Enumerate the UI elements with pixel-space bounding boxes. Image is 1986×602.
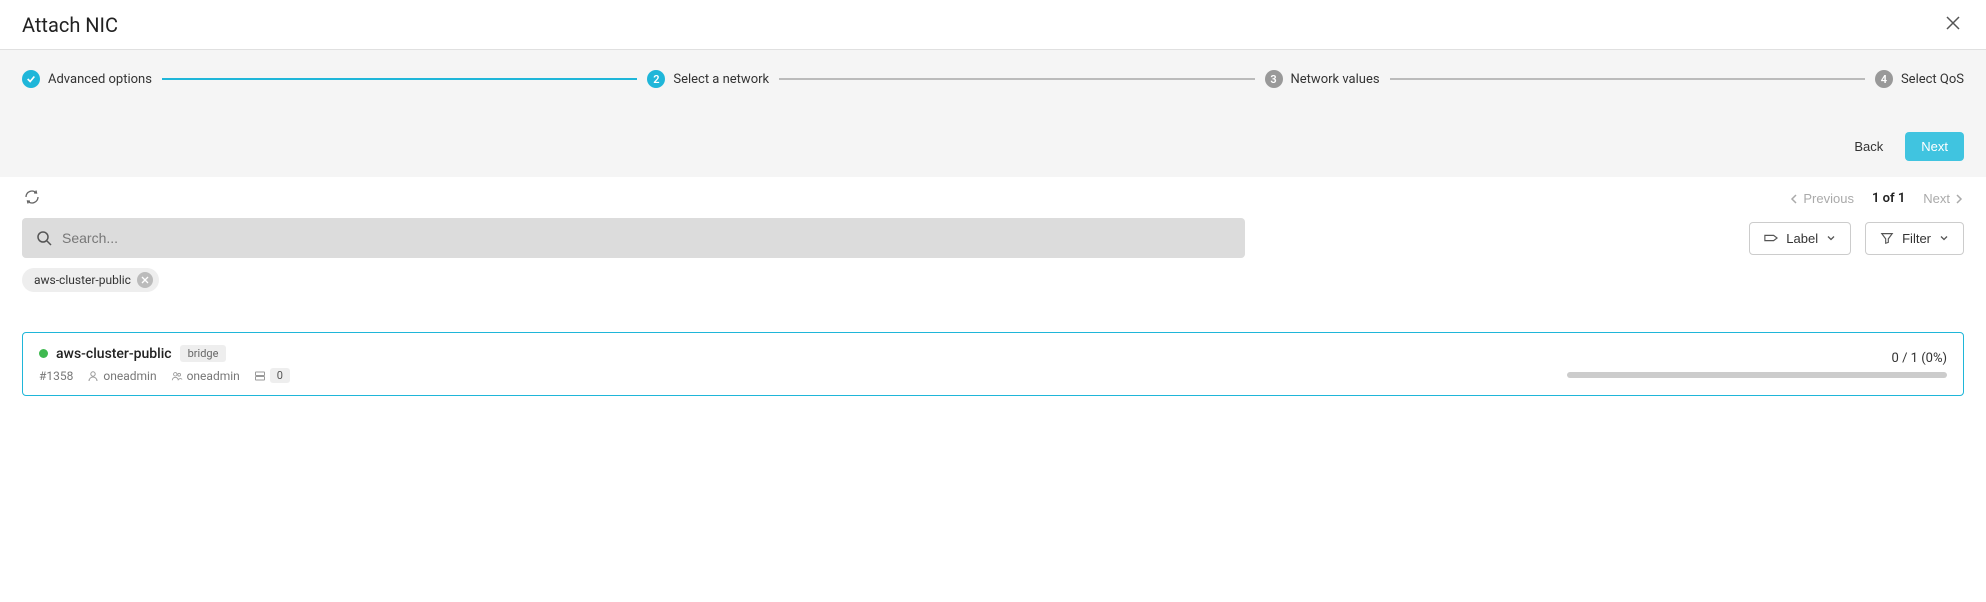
usage-text: 0 / 1 (0%)	[1892, 351, 1947, 366]
pager-previous[interactable]: Previous	[1789, 191, 1854, 206]
filter-icon	[1880, 231, 1894, 245]
network-name: aws-cluster-public	[56, 346, 172, 362]
step-select-qos[interactable]: 4 Select QoS	[1875, 70, 1964, 88]
close-icon	[141, 276, 149, 284]
step-label: Select a network	[673, 72, 769, 87]
close-icon	[1946, 16, 1960, 30]
network-owner: oneadmin	[87, 369, 156, 383]
refresh-icon	[24, 189, 40, 205]
step-indicator-active: 2	[647, 70, 665, 88]
check-icon	[26, 74, 36, 84]
network-type-badge: bridge	[180, 345, 227, 362]
step-label: Advanced options	[48, 72, 152, 87]
wizard-panel: Advanced options 2 Select a network 3 Ne…	[0, 50, 1986, 177]
status-dot	[39, 349, 48, 358]
step-label: Network values	[1291, 72, 1380, 87]
tag-icon	[1764, 231, 1778, 245]
label-dropdown[interactable]: Label	[1749, 222, 1851, 255]
search-input[interactable]	[62, 230, 1231, 246]
step-indicator-pending: 4	[1875, 70, 1893, 88]
chevron-left-icon	[1789, 194, 1799, 204]
users-icon	[171, 370, 183, 382]
filter-chip: aws-cluster-public	[22, 268, 159, 292]
filter-dropdown[interactable]: Filter	[1865, 222, 1964, 255]
refresh-button[interactable]	[22, 187, 42, 210]
step-label: Select QoS	[1901, 72, 1964, 87]
pager-next[interactable]: Next	[1923, 191, 1964, 206]
chevron-right-icon	[1954, 194, 1964, 204]
network-card[interactable]: aws-cluster-public bridge #1358 oneadmin…	[22, 332, 1964, 396]
search-icon	[36, 230, 52, 246]
network-group: oneadmin	[171, 369, 240, 383]
chip-label: aws-cluster-public	[34, 273, 131, 287]
chevron-down-icon	[1826, 233, 1836, 243]
back-button[interactable]: Back	[1844, 133, 1893, 160]
page-title: Attach NIC	[22, 13, 118, 37]
step-select-network[interactable]: 2 Select a network	[647, 70, 769, 88]
step-connector	[779, 78, 1254, 80]
chevron-down-icon	[1939, 233, 1949, 243]
pager: Previous 1 of 1 Next	[1789, 191, 1964, 206]
user-icon	[87, 370, 99, 382]
next-button[interactable]: Next	[1905, 132, 1964, 161]
close-button[interactable]	[1942, 12, 1964, 37]
network-id: #1358	[39, 369, 73, 383]
step-connector	[1390, 78, 1865, 80]
chip-remove-button[interactable]	[137, 272, 153, 288]
step-network-values[interactable]: 3 Network values	[1265, 70, 1380, 88]
network-lease-count: 0	[254, 368, 290, 383]
search-box[interactable]	[22, 218, 1245, 258]
server-icon	[254, 370, 266, 382]
stepper: Advanced options 2 Select a network 3 Ne…	[22, 70, 1964, 88]
pager-info: 1 of 1	[1872, 191, 1905, 206]
step-connector	[162, 78, 637, 80]
step-indicator-pending: 3	[1265, 70, 1283, 88]
usage-bar	[1567, 372, 1947, 378]
step-indicator-done	[22, 70, 40, 88]
step-advanced-options[interactable]: Advanced options	[22, 70, 152, 88]
